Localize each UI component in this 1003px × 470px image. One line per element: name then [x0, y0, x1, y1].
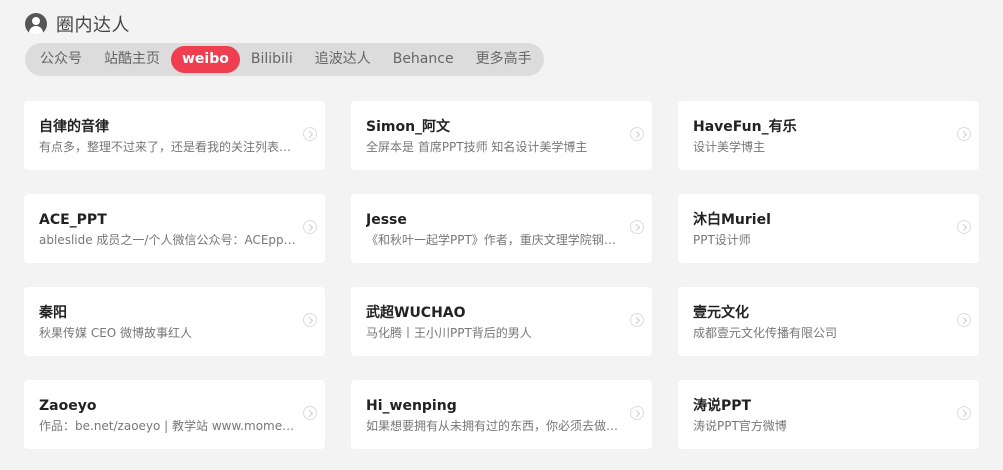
- user-circle-icon: [25, 13, 47, 35]
- expert-description: 全屏本是 首席PPT技师 知名设计美学博主: [366, 140, 588, 154]
- expert-description: 如果想要拥有从未拥有过的东西，你必须去做从未做过的事: [366, 419, 624, 433]
- tab-gongzhonghao[interactable]: 公众号: [29, 46, 93, 73]
- chevron-right-circle-icon: [630, 406, 644, 420]
- chevron-right-circle-icon: [303, 406, 317, 420]
- expert-card[interactable]: Simon_阿文 全屏本是 首席PPT技师 知名设计美学博主: [351, 101, 652, 170]
- expert-name: 武超WUCHAO: [366, 305, 466, 321]
- expert-name: 沐白Muriel: [693, 212, 771, 228]
- expert-card[interactable]: 涛说PPT 涛说PPT官方微博: [678, 380, 979, 449]
- chevron-right-circle-icon: [303, 127, 317, 141]
- expert-description: 设计美学博主: [693, 140, 766, 154]
- expert-description: ableslide 成员之一/个人微信公众号：ACEppteam: [39, 233, 297, 247]
- category-tabs: 公众号 站酷主页 weibo Bilibili 追波达人 Behance 更多高…: [25, 43, 544, 76]
- expert-description: 马化腾丨王小川PPT背后的男人: [366, 326, 532, 340]
- expert-description: 秋果传媒 CEO 微博故事红人: [39, 326, 193, 340]
- expert-card[interactable]: 壹元文化 成都壹元文化传播有限公司: [678, 287, 979, 356]
- expert-name: 秦阳: [39, 305, 67, 321]
- expert-name: ACE_PPT: [39, 212, 107, 228]
- expert-description: PPT设计师: [693, 233, 751, 247]
- expert-card[interactable]: Jesse 《和秋叶一起学PPT》作者，重庆文理学院钢琴系: [351, 194, 652, 263]
- expert-name: 自律的音律: [39, 119, 109, 135]
- chevron-right-circle-icon: [303, 313, 317, 327]
- chevron-right-circle-icon: [957, 313, 971, 327]
- tab-bilibili[interactable]: Bilibili: [240, 46, 304, 73]
- expert-card[interactable]: 武超WUCHAO 马化腾丨王小川PPT背后的男人: [351, 287, 652, 356]
- expert-card[interactable]: ACE_PPT ableslide 成员之一/个人微信公众号：ACEppteam: [24, 194, 325, 263]
- chevron-right-circle-icon: [303, 220, 317, 234]
- expert-card[interactable]: 沐白Muriel PPT设计师: [678, 194, 979, 263]
- expert-card[interactable]: Hi_wenping 如果想要拥有从未拥有过的东西，你必须去做从未做过的事: [351, 380, 652, 449]
- expert-name: Simon_阿文: [366, 119, 451, 135]
- expert-name: 壹元文化: [693, 305, 749, 321]
- chevron-right-circle-icon: [630, 313, 644, 327]
- expert-name: 涛说PPT: [693, 398, 752, 414]
- chevron-right-circle-icon: [957, 406, 971, 420]
- expert-description: 涛说PPT官方微博: [693, 419, 787, 433]
- tab-dribbble[interactable]: 追波达人: [304, 46, 382, 73]
- expert-card[interactable]: 秦阳 秋果传媒 CEO 微博故事红人: [24, 287, 325, 356]
- chevron-right-circle-icon: [630, 127, 644, 141]
- chevron-right-circle-icon: [957, 127, 971, 141]
- expert-description: 作品：be.net/zaoeyo | 教学站 www.momentool.com: [39, 419, 297, 433]
- expert-name: Jesse: [366, 212, 407, 228]
- expert-description: 《和秋叶一起学PPT》作者，重庆文理学院钢琴系: [366, 233, 624, 247]
- tab-weibo[interactable]: weibo: [171, 46, 240, 73]
- expert-name: Zaoeyo: [39, 398, 97, 414]
- expert-card[interactable]: 自律的音律 有点多，整理不过来了，还是看我的关注列表顺吧: [24, 101, 325, 170]
- expert-name: Hi_wenping: [366, 398, 457, 414]
- expert-card-grid: 自律的音律 有点多，整理不过来了，还是看我的关注列表顺吧 Simon_阿文 全屏…: [24, 101, 979, 449]
- expert-card[interactable]: HaveFun_有乐 设计美学博主: [678, 101, 979, 170]
- section-title: 圈内达人: [56, 15, 130, 36]
- expert-name: HaveFun_有乐: [693, 119, 797, 135]
- expert-description: 成都壹元文化传播有限公司: [693, 326, 838, 340]
- chevron-right-circle-icon: [630, 220, 644, 234]
- tab-zcool[interactable]: 站酷主页: [93, 46, 171, 73]
- section-header: 圈内达人: [25, 12, 130, 36]
- expert-description: 有点多，整理不过来了，还是看我的关注列表顺吧: [39, 140, 297, 154]
- tab-more-experts[interactable]: 更多高手: [465, 46, 543, 73]
- tab-behance[interactable]: Behance: [382, 46, 465, 73]
- chevron-right-circle-icon: [957, 220, 971, 234]
- expert-card[interactable]: Zaoeyo 作品：be.net/zaoeyo | 教学站 www.moment…: [24, 380, 325, 449]
